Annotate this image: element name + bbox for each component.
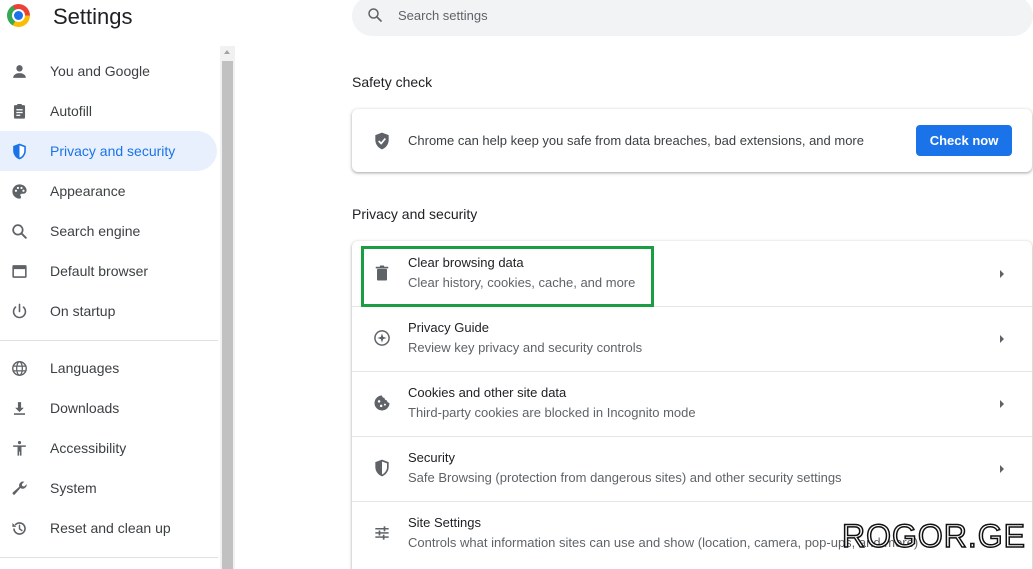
sidebar-divider <box>0 340 218 341</box>
row-title: Clear browsing data <box>408 255 524 270</box>
chrome-logo-icon <box>7 4 30 27</box>
sidebar-item-label: You and Google <box>50 63 150 79</box>
row-divider <box>352 306 1032 307</box>
power-icon <box>12 303 27 319</box>
sidebar-item-default-browser[interactable]: Default browser <box>0 251 217 291</box>
row-divider <box>352 436 1032 437</box>
sidebar-item-appearance[interactable]: Appearance <box>0 171 217 211</box>
shield-icon <box>375 459 389 477</box>
sidebar-item-search-engine[interactable]: Search engine <box>0 211 217 251</box>
safety-check-description: Chrome can help keep you safe from data … <box>408 133 864 148</box>
shield-icon <box>13 143 26 160</box>
search-icon <box>368 8 382 22</box>
header: Settings <box>0 0 1033 36</box>
sliders-icon <box>375 526 389 540</box>
privacy-security-heading: Privacy and security <box>352 206 478 222</box>
check-now-button[interactable]: Check now <box>916 125 1012 156</box>
scrollbar-thumb[interactable] <box>222 61 233 569</box>
compass-icon <box>374 330 390 346</box>
sidebar-item-reset-and-clean-up[interactable]: Reset and clean up <box>0 508 217 548</box>
sidebar-item-downloads[interactable]: Downloads <box>0 388 217 428</box>
row-subtitle: Third-party cookies are blocked in Incog… <box>408 405 696 420</box>
history-icon <box>12 522 26 535</box>
clipboard-icon <box>13 103 26 119</box>
browser-window-icon <box>12 265 27 278</box>
wrench-icon <box>12 481 27 495</box>
accessibility-icon <box>13 440 26 456</box>
cookie-icon <box>374 395 390 411</box>
sidebar-item-label: Privacy and security <box>50 143 176 159</box>
sidebar-item-label: Search engine <box>50 223 141 239</box>
clear-browsing-data-row[interactable]: Clear browsing data Clear history, cooki… <box>352 241 1032 306</box>
page-title: Settings <box>53 4 133 29</box>
row-subtitle: Review key privacy and security controls <box>408 340 643 355</box>
sidebar-item-languages[interactable]: Languages <box>0 348 217 388</box>
sidebar-item-label: On startup <box>50 303 116 319</box>
search-box[interactable] <box>352 0 1033 36</box>
shield-check-icon <box>375 132 389 150</box>
sidebar-item-accessibility[interactable]: Accessibility <box>0 428 217 468</box>
sidebar-item-system[interactable]: System <box>0 468 217 508</box>
row-title: Cookies and other site data <box>408 385 567 400</box>
sidebar-item-label: Autofill <box>50 103 93 119</box>
globe-icon <box>12 361 27 376</box>
sidebar-item-on-startup[interactable]: On startup <box>0 291 217 331</box>
cookies-row[interactable]: Cookies and other site data Third-party … <box>352 371 1032 436</box>
person-icon <box>13 65 26 78</box>
chevron-right-icon <box>1000 335 1004 343</box>
sidebar-item-you-and-google[interactable]: You and Google <box>0 51 217 91</box>
chevron-right-icon <box>1000 270 1004 278</box>
row-title: Security <box>408 450 455 465</box>
scroll-up-arrow-icon[interactable] <box>224 50 230 54</box>
palette-icon <box>12 184 27 199</box>
row-title: Site Settings <box>408 515 481 530</box>
sidebar-item-label: Downloads <box>50 400 120 416</box>
sidebar-item-label: Appearance <box>50 183 126 199</box>
search-icon <box>12 224 27 239</box>
sidebar-item-privacy-and-security[interactable]: Privacy and security <box>0 131 217 171</box>
row-divider <box>352 371 1032 372</box>
row-subtitle: Safe Browsing (protection from dangerous… <box>408 470 842 485</box>
sidebar-item-label: Languages <box>50 360 120 376</box>
privacy-guide-row[interactable]: Privacy Guide Review key privacy and sec… <box>352 306 1032 371</box>
sidebar-divider <box>0 557 218 558</box>
watermark: ROGOR.GE <box>841 517 1027 555</box>
security-row[interactable]: Security Safe Browsing (protection from … <box>352 436 1032 501</box>
row-subtitle: Clear history, cookies, cache, and more <box>408 275 636 290</box>
sidebar-item-label: Reset and clean up <box>50 520 171 536</box>
search-input[interactable] <box>398 2 998 28</box>
chevron-right-icon <box>1000 465 1004 473</box>
row-divider <box>352 501 1032 502</box>
sidebar-item-label: Accessibility <box>50 440 127 456</box>
sidebar-scrollbar[interactable] <box>220 46 235 569</box>
safety-check-heading: Safety check <box>352 74 433 90</box>
chevron-right-icon <box>1000 400 1004 408</box>
row-title: Privacy Guide <box>408 320 489 335</box>
sidebar-item-label: System <box>50 480 97 496</box>
sidebar-item-label: Default browser <box>50 263 149 279</box>
sidebar-item-autofill[interactable]: Autofill <box>0 91 217 131</box>
download-icon <box>13 402 26 415</box>
sidebar: You and Google Autofill Privacy and secu… <box>0 46 220 569</box>
safety-check-card: Chrome can help keep you safe from data … <box>352 109 1032 172</box>
trash-icon <box>375 265 389 281</box>
